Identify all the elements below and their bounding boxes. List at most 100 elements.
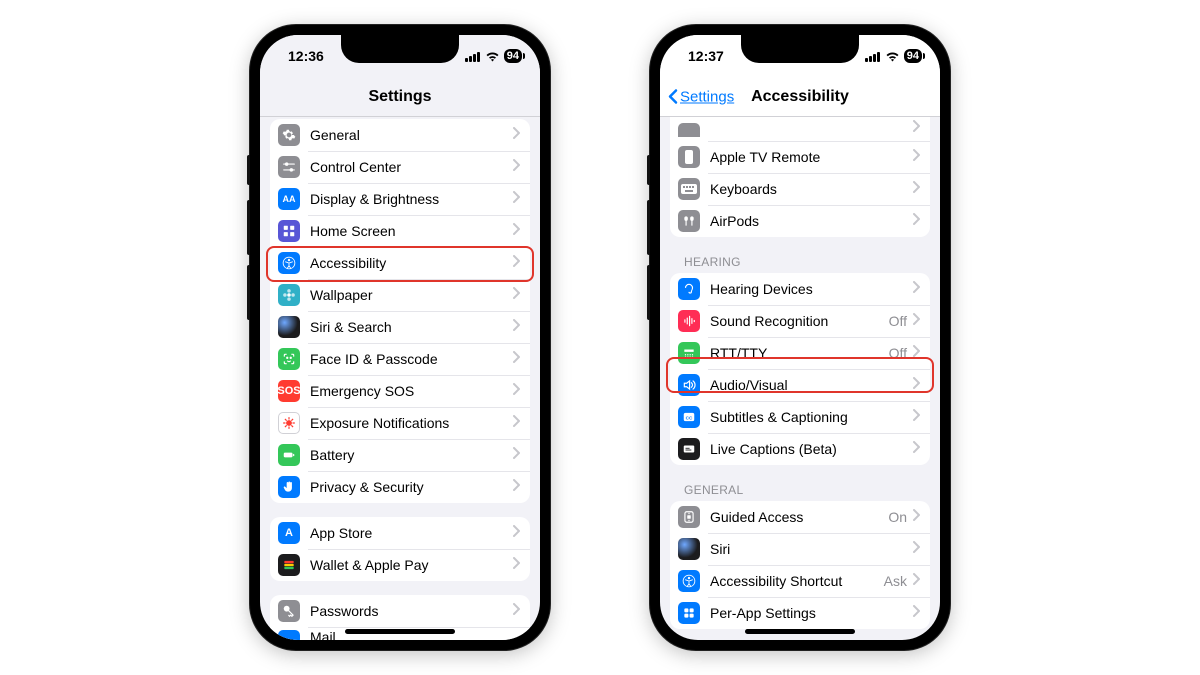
hand-icon	[278, 476, 300, 498]
status-right: 94	[865, 49, 922, 63]
row-label: Siri	[710, 541, 913, 557]
row-appstore[interactable]: A App Store	[270, 517, 530, 549]
back-button[interactable]: Settings	[668, 88, 734, 105]
wallet-icon	[278, 554, 300, 576]
row-a11y-shortcut[interactable]: Accessibility Shortcut Ask	[670, 565, 930, 597]
row-home-screen[interactable]: Home Screen	[270, 215, 530, 247]
row-airpods[interactable]: AirPods	[670, 205, 930, 237]
chevron-right-icon	[513, 158, 520, 176]
chevron-left-icon	[668, 89, 678, 105]
nav-bar: Settings Accessibility	[660, 77, 940, 117]
chevron-right-icon	[513, 524, 520, 542]
row-label: Subtitles & Captioning	[710, 409, 913, 425]
row-rtt-tty[interactable]: RTT/TTY Off	[670, 337, 930, 369]
page-title: Settings	[368, 88, 431, 106]
audio-icon	[678, 374, 700, 396]
ear-icon	[678, 278, 700, 300]
cellular-icon	[865, 51, 881, 62]
appstore-icon: A	[278, 522, 300, 544]
row-keyboards[interactable]: Keyboards	[670, 173, 930, 205]
row-label: Wallet & Apple Pay	[310, 557, 513, 573]
row-guided-access[interactable]: Guided Access On	[670, 501, 930, 533]
siri2-icon	[678, 538, 700, 560]
toggles-icon	[278, 156, 300, 178]
row-live-captions[interactable]: Live Captions (Beta)	[670, 433, 930, 465]
gear-icon	[278, 124, 300, 146]
chevron-right-icon	[513, 222, 520, 240]
chevron-right-icon	[913, 508, 920, 526]
grid-icon	[278, 220, 300, 242]
row-exposure[interactable]: Exposure Notifications	[270, 407, 530, 439]
row-unknown[interactable]	[670, 117, 930, 141]
chevron-right-icon	[513, 254, 520, 272]
battery-icon	[278, 444, 300, 466]
chevron-right-icon	[513, 414, 520, 432]
rtt-icon	[678, 342, 700, 364]
row-label: Face ID & Passcode	[310, 351, 513, 367]
home-indicator[interactable]	[745, 629, 855, 634]
guided-icon	[678, 506, 700, 528]
row-label: Control Center	[310, 159, 513, 175]
row-wallet[interactable]: Wallet & Apple Pay	[270, 549, 530, 581]
chevron-right-icon	[913, 212, 920, 230]
row-passwords[interactable]: Passwords	[270, 595, 530, 627]
chevron-right-icon	[913, 312, 920, 330]
status-time: 12:37	[688, 48, 724, 64]
phone-left: 12:36 94 Settings General	[250, 25, 550, 650]
row-privacy[interactable]: Privacy & Security	[270, 471, 530, 503]
row-label: Home Screen	[310, 223, 513, 239]
wifi-icon	[485, 51, 500, 62]
row-subtitles[interactable]: CC Subtitles & Captioning	[670, 401, 930, 433]
row-control-center[interactable]: Control Center	[270, 151, 530, 183]
row-label: Audio/Visual	[710, 377, 913, 393]
row-per-app[interactable]: Per-App Settings	[670, 597, 930, 629]
scroll-area[interactable]: General Control Center AA Display & Brig…	[260, 117, 540, 640]
row-general[interactable]: General	[270, 119, 530, 151]
screen-left: 12:36 94 Settings General	[260, 35, 540, 640]
chevron-right-icon	[913, 180, 920, 198]
row-label: Guided Access	[710, 509, 888, 525]
battery-icon: 94	[504, 49, 522, 63]
scroll-area[interactable]: Apple TV Remote Keyboards AirPods	[660, 117, 940, 640]
row-sound-recognition[interactable]: Sound Recognition Off	[670, 305, 930, 337]
wifi-icon	[885, 51, 900, 62]
row-label: RTT/TTY	[710, 345, 889, 361]
row-battery[interactable]: Battery	[270, 439, 530, 471]
shortcut-icon	[678, 570, 700, 592]
chevron-right-icon	[513, 318, 520, 336]
status-right: 94	[465, 49, 522, 63]
svg-text:CC: CC	[686, 415, 693, 420]
row-label: Per-App Settings	[710, 605, 913, 621]
home-indicator[interactable]	[345, 629, 455, 634]
row-audio-visual[interactable]: Audio/Visual	[670, 369, 930, 401]
settings-group-2: A App Store Wallet & Apple Pay	[270, 517, 530, 581]
chevron-right-icon	[513, 602, 520, 620]
chevron-right-icon	[913, 344, 920, 362]
chevron-right-icon	[513, 556, 520, 574]
row-label: Display & Brightness	[310, 191, 513, 207]
chevron-right-icon	[913, 440, 920, 458]
row-wallpaper[interactable]: Wallpaper	[270, 279, 530, 311]
row-hearing-devices[interactable]: Hearing Devices	[670, 273, 930, 305]
row-label: Privacy & Security	[310, 479, 513, 495]
faceid-icon	[278, 348, 300, 370]
row-display-brightness[interactable]: AA Display & Brightness	[270, 183, 530, 215]
chevron-right-icon	[513, 350, 520, 368]
livecap-icon	[678, 438, 700, 460]
row-label: Exposure Notifications	[310, 415, 513, 431]
accessibility-icon	[278, 252, 300, 274]
row-siri-search[interactable]: Siri & Search	[270, 311, 530, 343]
row-faceid[interactable]: Face ID & Passcode	[270, 343, 530, 375]
flower-icon	[278, 284, 300, 306]
row-siri[interactable]: Siri	[670, 533, 930, 565]
chevron-right-icon	[513, 382, 520, 400]
row-emergency-sos[interactable]: SOS Emergency SOS	[270, 375, 530, 407]
captions-icon: CC	[678, 406, 700, 428]
row-accessibility[interactable]: Accessibility	[270, 247, 530, 279]
chevron-right-icon	[513, 446, 520, 464]
mail-icon	[278, 630, 300, 640]
key-icon	[278, 600, 300, 622]
row-label: AirPods	[710, 213, 913, 229]
status-time: 12:36	[288, 48, 324, 64]
row-tv-remote[interactable]: Apple TV Remote	[670, 141, 930, 173]
